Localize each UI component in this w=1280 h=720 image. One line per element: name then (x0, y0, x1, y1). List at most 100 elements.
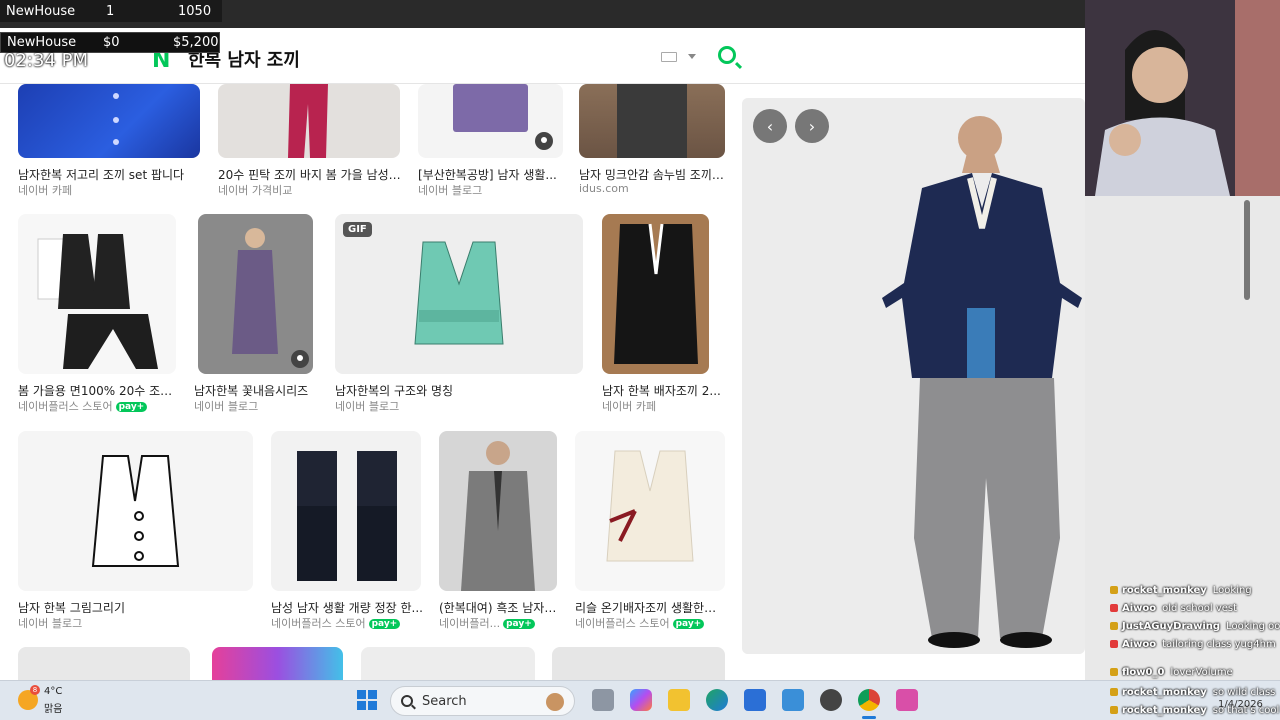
chat-line: rocket_monkey so that's cool (1110, 702, 1279, 718)
edge-browser-icon[interactable] (706, 689, 728, 711)
npay-badge: pay+ (368, 619, 401, 629)
result-thumb-art (414, 241, 504, 345)
store-icon[interactable] (744, 689, 766, 711)
result-thumb[interactable] (418, 84, 563, 158)
result-thumb[interactable] (579, 84, 725, 158)
search-highlight-icon (546, 693, 564, 711)
chat-line: Aiwoo old school vest (1110, 600, 1237, 616)
chrome-icon[interactable] (858, 689, 880, 711)
obs-icon[interactable] (820, 689, 842, 711)
result-caption[interactable]: 리슬 온기배자조끼 생활한복... (575, 599, 725, 616)
search-icon[interactable] (718, 46, 736, 64)
result-source[interactable]: 네이버 카페 (602, 398, 656, 414)
result-thumb-art (113, 93, 119, 145)
result-caption[interactable]: 남성 남자 생활 개량 정장 한... (271, 599, 426, 616)
chat-username: JustAGuyDrawing (1122, 620, 1221, 632)
result-source[interactable]: 네이버 가격비교 (218, 182, 292, 198)
result-caption[interactable]: 남자 한복 배자조끼 2... (602, 382, 725, 399)
result-source[interactable]: 네이버플러스 스토어 pay+ (271, 615, 401, 631)
result-thumb-art (606, 450, 694, 562)
chat-line: rocket_monkey Looking (1110, 582, 1252, 598)
result-caption[interactable]: 20수 핀탁 조끼 바지 봄 가을 남성 ... (218, 166, 403, 183)
result-thumb[interactable] (212, 647, 343, 680)
result-thumb-art (297, 451, 397, 581)
chat-username: flow0_0 (1122, 666, 1165, 678)
stream-chat: rocket_monkey Looking Aiwoo old school ves… (1110, 582, 1280, 720)
result-caption[interactable]: (한복대여) 흑조 남자 ... (439, 599, 557, 616)
result-source[interactable]: 네이버플러... pay+ (439, 615, 535, 631)
result-caption[interactable]: [부산한복공방] 남자 생활... (418, 166, 563, 183)
result-thumb[interactable] (18, 647, 190, 680)
result-source[interactable]: 네이버플러스 스토어 pay+ (18, 398, 148, 414)
windows-start-icon[interactable] (357, 690, 377, 710)
result-caption[interactable]: 남자한복의 구조와 명칭 (335, 382, 583, 399)
task-view-icon[interactable] (592, 689, 614, 711)
copilot-icon[interactable] (630, 689, 652, 711)
weather-temperature[interactable]: 4°C (44, 686, 62, 697)
result-thumb[interactable] (198, 214, 313, 374)
result-source[interactable]: 네이버 블로그 (335, 398, 399, 414)
overlay-clock: 02:34 PM (4, 50, 88, 71)
result-source-label: 네이버플러스 스토어 (271, 617, 366, 630)
chat-badge-icon (1110, 622, 1118, 630)
result-thumb-art (91, 455, 180, 567)
weather-condition[interactable]: 맑음 (44, 700, 62, 715)
viewer-image[interactable] (742, 98, 1085, 654)
result-thumb[interactable] (602, 214, 709, 374)
drawing-app-icon[interactable] (782, 689, 804, 711)
stream-overlay-row1: NewHouse 1 1050 (0, 0, 222, 22)
result-thumb[interactable] (575, 431, 725, 591)
result-thumb[interactable] (218, 84, 400, 158)
chat-username: Aiwoo (1122, 602, 1157, 614)
notification-badge: 8 (30, 685, 40, 695)
result-thumb[interactable] (361, 647, 535, 680)
chevron-down-icon[interactable] (688, 54, 696, 59)
npay-badge: pay+ (115, 402, 148, 412)
result-caption[interactable]: 남자 밍크안감 솜누빔 조끼 ... (579, 166, 725, 183)
taskbar-search[interactable]: Search (390, 686, 575, 716)
result-source[interactable]: idus.com (579, 182, 629, 195)
result-thumb[interactable] (18, 214, 176, 374)
taskbar: 8 4°C 맑음 Search (0, 680, 1280, 720)
result-thumb[interactable] (271, 431, 421, 591)
file-explorer-icon[interactable] (668, 689, 690, 711)
chat-badge-icon (1110, 688, 1118, 696)
keyboard-icon[interactable] (661, 52, 677, 62)
result-caption[interactable]: 봄 가을용 면100% 20수 조끼... (18, 382, 176, 399)
result-thumb[interactable] (18, 84, 200, 158)
active-app-indicator (862, 716, 876, 719)
result-thumb[interactable] (439, 431, 557, 591)
npay-badge: pay+ (672, 619, 705, 629)
result-thumb-art (614, 223, 698, 364)
prev-image-button[interactable]: ‹ (753, 109, 787, 143)
result-caption[interactable]: 남자한복 저고리 조끼 set 팝니다 (18, 166, 203, 183)
scrollbar-thumb[interactable] (1244, 200, 1250, 300)
result-source[interactable]: 네이버 블로그 (418, 182, 482, 198)
chat-message: Looking (1212, 584, 1252, 596)
result-thumb[interactable] (552, 647, 725, 680)
overlay-spent: $0 (103, 35, 120, 50)
chat-message: so that's cool (1212, 704, 1280, 716)
result-thumb-art (37, 234, 158, 369)
chat-badge-icon (1110, 604, 1118, 612)
result-source[interactable]: 네이버 블로그 (194, 398, 258, 414)
chat-username: Aiwoo (1122, 638, 1157, 650)
result-caption[interactable]: 남자 한복 그림그리기 (18, 599, 253, 616)
overlay-count: 1 (106, 3, 115, 19)
result-caption[interactable]: 남자한복 꽃내음시리즈 (194, 382, 319, 399)
chat-badge-icon (1110, 640, 1118, 648)
result-source[interactable]: 네이버 블로그 (18, 615, 82, 631)
result-source[interactable]: 네이버 카페 (18, 182, 72, 198)
result-source[interactable]: 네이버플러스 스토어 pay+ (575, 615, 705, 631)
chat-line: JustAGuyDrawing Looking ooo (1110, 618, 1280, 634)
next-image-button[interactable]: › (795, 109, 829, 143)
chat-message: old school vest (1162, 602, 1238, 614)
result-thumb[interactable]: GIF (335, 214, 583, 374)
npay-badge: pay+ (503, 619, 535, 629)
chat-message: tailoring class yug4hm (1162, 638, 1276, 650)
location-pin-icon (291, 350, 309, 368)
webcam-image (1085, 0, 1280, 196)
chat-message: so wild class (1212, 686, 1276, 698)
result-thumb[interactable] (18, 431, 253, 591)
chat-app-icon[interactable] (896, 689, 918, 711)
